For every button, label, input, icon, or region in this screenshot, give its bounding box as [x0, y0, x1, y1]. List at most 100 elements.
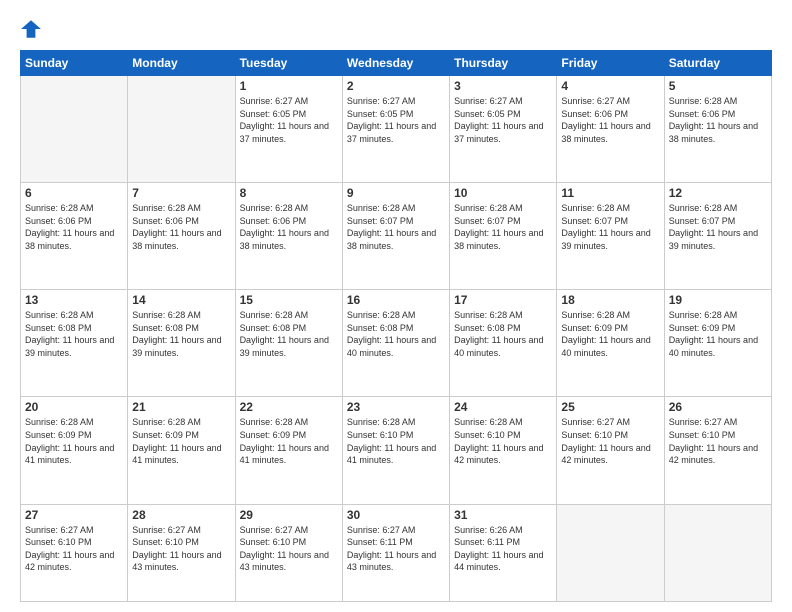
calendar-cell: 24Sunrise: 6:28 AM Sunset: 6:10 PM Dayli… — [450, 397, 557, 504]
calendar-table: SundayMondayTuesdayWednesdayThursdayFrid… — [20, 50, 772, 602]
calendar-cell: 17Sunrise: 6:28 AM Sunset: 6:08 PM Dayli… — [450, 290, 557, 397]
calendar-cell: 7 Sunrise: 6:28 AM Sunset: 6:06 PM Daylig… — [128, 183, 235, 290]
header — [20, 18, 772, 40]
day-number: 3 — [454, 79, 552, 93]
day-number: 4 — [561, 79, 659, 93]
calendar-cell: 22Sunrise: 6:28 AM Sunset: 6:09 PM Dayli… — [235, 397, 342, 504]
weekday-header-thursday: Thursday — [450, 51, 557, 76]
weekday-header-saturday: Saturday — [664, 51, 771, 76]
day-number: 5 — [669, 79, 767, 93]
calendar-cell: 15Sunrise: 6:28 AM Sunset: 6:08 PM Dayli… — [235, 290, 342, 397]
day-number: 20 — [25, 400, 123, 414]
calendar-cell: 13Sunrise: 6:28 AM Sunset: 6:08 PM Dayli… — [21, 290, 128, 397]
calendar-week-row: 20 Sunrise: 6:28 AM Sunset: 6:09 PM Dayli… — [21, 397, 772, 504]
logo — [20, 18, 45, 40]
day-info: Sunrise: 6:28 AM Sunset: 6:06 PM Dayligh… — [132, 202, 230, 252]
calendar-week-row: 6 Sunrise: 6:28 AM Sunset: 6:06 PM Daylig… — [21, 183, 772, 290]
day-info: Sunrise: 6:27 AM Sunset: 6:11 PM Dayligh… — [347, 524, 445, 574]
day-info: Sunrise: 6:27 AM Sunset: 6:05 PM Dayligh… — [347, 95, 445, 145]
calendar-cell — [21, 76, 128, 183]
day-info: Sunrise: 6:28 AM Sunset: 6:08 PM Dayligh… — [132, 309, 230, 359]
day-number: 22 — [240, 400, 338, 414]
day-info: Sunrise: 6:27 AM Sunset: 6:10 PM Dayligh… — [669, 416, 767, 466]
day-info: Sunrise: 6:28 AM Sunset: 6:08 PM Dayligh… — [454, 309, 552, 359]
weekday-header-monday: Monday — [128, 51, 235, 76]
day-info: Sunrise: 6:27 AM Sunset: 6:05 PM Dayligh… — [240, 95, 338, 145]
calendar-cell: 6 Sunrise: 6:28 AM Sunset: 6:06 PM Daylig… — [21, 183, 128, 290]
day-info: Sunrise: 6:27 AM Sunset: 6:10 PM Dayligh… — [25, 524, 123, 574]
day-number: 29 — [240, 508, 338, 522]
calendar-cell: 5 Sunrise: 6:28 AM Sunset: 6:06 PM Daylig… — [664, 76, 771, 183]
day-number: 31 — [454, 508, 552, 522]
calendar-cell — [557, 504, 664, 601]
calendar-cell: 9Sunrise: 6:28 AM Sunset: 6:07 PM Daylig… — [342, 183, 449, 290]
calendar-cell: 29 Sunrise: 6:27 AM Sunset: 6:10 PM Dayli… — [235, 504, 342, 601]
day-info: Sunrise: 6:27 AM Sunset: 6:05 PM Dayligh… — [454, 95, 552, 145]
day-number: 19 — [669, 293, 767, 307]
calendar-cell: 21 Sunrise: 6:28 AM Sunset: 6:09 PM Dayli… — [128, 397, 235, 504]
calendar-cell — [664, 504, 771, 601]
weekday-header-tuesday: Tuesday — [235, 51, 342, 76]
weekday-header-wednesday: Wednesday — [342, 51, 449, 76]
calendar-cell: 18 Sunrise: 6:28 AM Sunset: 6:09 PM Dayli… — [557, 290, 664, 397]
day-number: 26 — [669, 400, 767, 414]
day-info: Sunrise: 6:28 AM Sunset: 6:07 PM Dayligh… — [561, 202, 659, 252]
day-number: 14 — [132, 293, 230, 307]
calendar-cell: 31Sunrise: 6:26 AM Sunset: 6:11 PM Dayli… — [450, 504, 557, 601]
calendar-cell: 14 Sunrise: 6:28 AM Sunset: 6:08 PM Dayli… — [128, 290, 235, 397]
day-info: Sunrise: 6:28 AM Sunset: 6:06 PM Dayligh… — [669, 95, 767, 145]
day-info: Sunrise: 6:28 AM Sunset: 6:09 PM Dayligh… — [669, 309, 767, 359]
day-number: 11 — [561, 186, 659, 200]
calendar-cell: 23Sunrise: 6:28 AM Sunset: 6:10 PM Dayli… — [342, 397, 449, 504]
day-info: Sunrise: 6:28 AM Sunset: 6:07 PM Dayligh… — [347, 202, 445, 252]
calendar-header-row: SundayMondayTuesdayWednesdayThursdayFrid… — [21, 51, 772, 76]
calendar-cell: 30 Sunrise: 6:27 AM Sunset: 6:11 PM Dayli… — [342, 504, 449, 601]
calendar-cell: 2 Sunrise: 6:27 AM Sunset: 6:05 PM Daylig… — [342, 76, 449, 183]
day-number: 7 — [132, 186, 230, 200]
day-number: 6 — [25, 186, 123, 200]
weekday-header-sunday: Sunday — [21, 51, 128, 76]
weekday-header-friday: Friday — [557, 51, 664, 76]
day-info: Sunrise: 6:28 AM Sunset: 6:07 PM Dayligh… — [669, 202, 767, 252]
calendar-cell: 28Sunrise: 6:27 AM Sunset: 6:10 PM Dayli… — [128, 504, 235, 601]
calendar-cell: 8 Sunrise: 6:28 AM Sunset: 6:06 PM Daylig… — [235, 183, 342, 290]
calendar-cell: 19 Sunrise: 6:28 AM Sunset: 6:09 PM Dayli… — [664, 290, 771, 397]
day-number: 21 — [132, 400, 230, 414]
day-info: Sunrise: 6:27 AM Sunset: 6:10 PM Dayligh… — [561, 416, 659, 466]
calendar-cell — [128, 76, 235, 183]
day-info: Sunrise: 6:28 AM Sunset: 6:09 PM Dayligh… — [132, 416, 230, 466]
day-info: Sunrise: 6:28 AM Sunset: 6:09 PM Dayligh… — [561, 309, 659, 359]
calendar-cell: 4 Sunrise: 6:27 AM Sunset: 6:06 PM Daylig… — [557, 76, 664, 183]
calendar-week-row: 1 Sunrise: 6:27 AM Sunset: 6:05 PM Daylig… — [21, 76, 772, 183]
day-number: 24 — [454, 400, 552, 414]
calendar-cell: 12 Sunrise: 6:28 AM Sunset: 6:07 PM Dayli… — [664, 183, 771, 290]
calendar-cell: 10Sunrise: 6:28 AM Sunset: 6:07 PM Dayli… — [450, 183, 557, 290]
day-info: Sunrise: 6:28 AM Sunset: 6:09 PM Dayligh… — [25, 416, 123, 466]
calendar-cell: 26 Sunrise: 6:27 AM Sunset: 6:10 PM Dayli… — [664, 397, 771, 504]
calendar-week-row: 27 Sunrise: 6:27 AM Sunset: 6:10 PM Dayli… — [21, 504, 772, 601]
calendar-cell: 1 Sunrise: 6:27 AM Sunset: 6:05 PM Daylig… — [235, 76, 342, 183]
day-info: Sunrise: 6:28 AM Sunset: 6:06 PM Dayligh… — [240, 202, 338, 252]
day-info: Sunrise: 6:27 AM Sunset: 6:10 PM Dayligh… — [240, 524, 338, 574]
day-number: 1 — [240, 79, 338, 93]
day-info: Sunrise: 6:27 AM Sunset: 6:06 PM Dayligh… — [561, 95, 659, 145]
day-info: Sunrise: 6:28 AM Sunset: 6:08 PM Dayligh… — [25, 309, 123, 359]
logo-icon — [20, 18, 42, 40]
calendar-cell: 11 Sunrise: 6:28 AM Sunset: 6:07 PM Dayli… — [557, 183, 664, 290]
day-info: Sunrise: 6:28 AM Sunset: 6:08 PM Dayligh… — [240, 309, 338, 359]
day-number: 12 — [669, 186, 767, 200]
day-number: 28 — [132, 508, 230, 522]
day-number: 23 — [347, 400, 445, 414]
calendar-cell: 27 Sunrise: 6:27 AM Sunset: 6:10 PM Dayli… — [21, 504, 128, 601]
day-info: Sunrise: 6:28 AM Sunset: 6:08 PM Dayligh… — [347, 309, 445, 359]
day-number: 30 — [347, 508, 445, 522]
day-number: 27 — [25, 508, 123, 522]
day-number: 8 — [240, 186, 338, 200]
calendar-week-row: 13Sunrise: 6:28 AM Sunset: 6:08 PM Dayli… — [21, 290, 772, 397]
page: SundayMondayTuesdayWednesdayThursdayFrid… — [0, 0, 792, 612]
calendar-cell: 20 Sunrise: 6:28 AM Sunset: 6:09 PM Dayli… — [21, 397, 128, 504]
day-number: 2 — [347, 79, 445, 93]
day-info: Sunrise: 6:28 AM Sunset: 6:07 PM Dayligh… — [454, 202, 552, 252]
day-number: 18 — [561, 293, 659, 307]
day-info: Sunrise: 6:28 AM Sunset: 6:06 PM Dayligh… — [25, 202, 123, 252]
